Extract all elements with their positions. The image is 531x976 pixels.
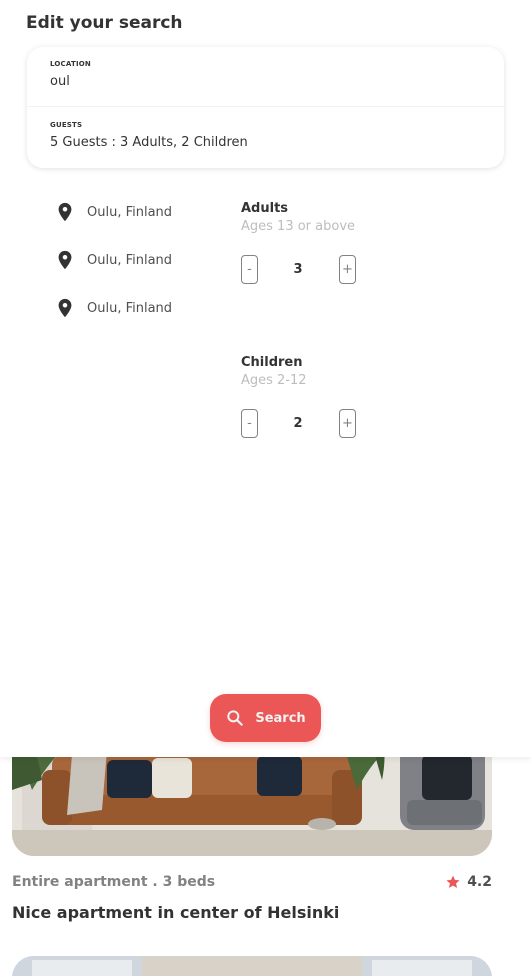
suggestion-label: Oulu, Finland xyxy=(87,252,173,268)
next-listing-photo[interactable] xyxy=(12,956,492,976)
children-subtitle: Ages 2-12 xyxy=(241,373,307,388)
listing-rating: 4.2 xyxy=(445,874,492,890)
listing-type: Entire apartment . 3 beds xyxy=(12,874,216,890)
listing-meta: Entire apartment . 3 beds 4.2 xyxy=(12,874,492,894)
map-pin-icon xyxy=(58,250,72,270)
edit-search-panel: Edit your search LOCATION GUESTS 5 Guest… xyxy=(0,0,531,757)
children-increment-button[interactable]: + xyxy=(339,409,356,438)
guests-label: GUESTS xyxy=(50,121,83,129)
adults-decrement-button[interactable]: - xyxy=(241,255,258,284)
guests-summary[interactable]: 5 Guests : 3 Adults, 2 Children xyxy=(50,135,470,150)
adults-title: Adults xyxy=(241,201,289,216)
search-icon xyxy=(227,710,244,726)
panel-title: Edit your search xyxy=(26,13,183,33)
suggestion-label: Oulu, Finland xyxy=(87,300,173,316)
location-label: LOCATION xyxy=(50,60,91,68)
listing-title[interactable]: Nice apartment in center of Helsinki xyxy=(12,903,339,922)
location-input[interactable] xyxy=(50,74,470,89)
map-pin-icon xyxy=(58,202,72,222)
star-icon xyxy=(446,875,460,888)
search-card: LOCATION GUESTS 5 Guests : 3 Adults, 2 C… xyxy=(27,47,504,168)
suggestion-label: Oulu, Finland xyxy=(87,204,173,220)
suggestion-item[interactable]: Oulu, Finland xyxy=(54,200,224,224)
children-decrement-button[interactable]: - xyxy=(241,409,258,438)
suggestion-item[interactable]: Oulu, Finland xyxy=(54,296,224,320)
search-button-label: Search xyxy=(255,710,306,726)
guests-field[interactable]: GUESTS 5 Guests : 3 Adults, 2 Children xyxy=(27,108,504,168)
adults-count: 3 xyxy=(293,262,303,277)
adults-increment-button[interactable]: + xyxy=(339,255,356,284)
children-stepper: - 2 + xyxy=(241,409,358,439)
map-pin-icon xyxy=(58,298,72,318)
rating-value: 4.2 xyxy=(467,874,492,890)
search-button[interactable]: Search xyxy=(210,694,321,742)
next-listing-image xyxy=(12,956,492,976)
suggestion-item[interactable]: Oulu, Finland xyxy=(54,248,224,272)
adults-subtitle: Ages 13 or above xyxy=(241,219,356,234)
children-count: 2 xyxy=(293,416,303,431)
children-title: Children xyxy=(241,355,303,370)
location-field[interactable]: LOCATION xyxy=(27,47,504,107)
adults-stepper: - 3 + xyxy=(241,255,358,285)
